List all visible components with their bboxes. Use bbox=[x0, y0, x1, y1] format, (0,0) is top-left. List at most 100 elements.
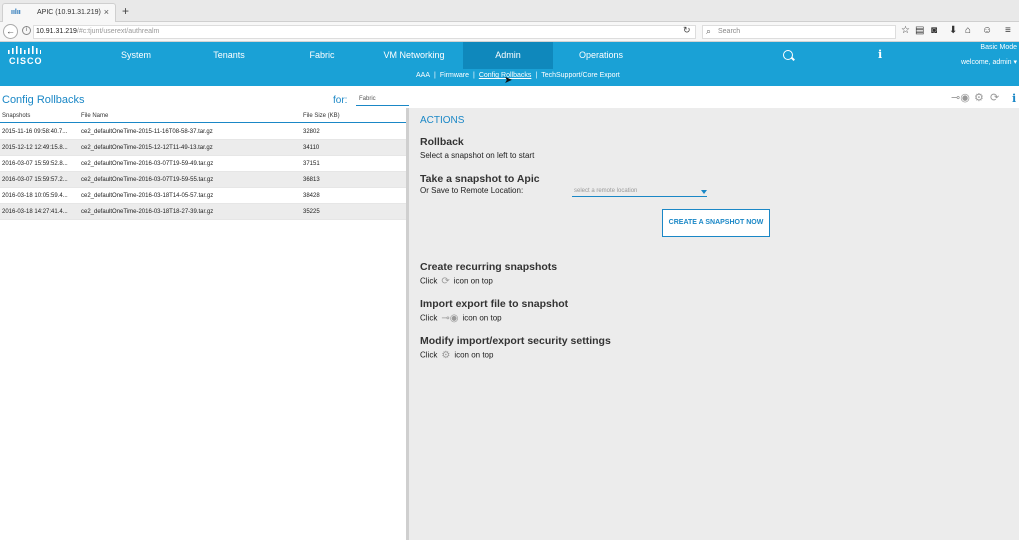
column-file-size[interactable]: File Size (KB) bbox=[303, 113, 340, 119]
menu-operations[interactable]: Operations bbox=[561, 42, 641, 69]
remote-location-select[interactable]: select a remote location bbox=[572, 186, 707, 197]
recurring-sync-icon[interactable]: ⟳ bbox=[990, 91, 999, 104]
browser-tab[interactable]: ıılıı APIC (10.91.31.219) × bbox=[2, 3, 116, 22]
click-label: Click bbox=[420, 313, 438, 323]
rollback-heading: Rollback bbox=[420, 136, 464, 148]
for-label: for: bbox=[333, 95, 348, 106]
column-snapshots[interactable]: Snapshots bbox=[2, 113, 30, 119]
menu-system[interactable]: System bbox=[96, 42, 176, 69]
header-info-icon[interactable]: i bbox=[878, 48, 882, 61]
chat-icon[interactable]: ☺ bbox=[982, 25, 992, 37]
file-size-cell: 38428 bbox=[303, 193, 320, 199]
scope-select-value: Fabric bbox=[359, 96, 376, 102]
menu-fabric[interactable]: Fabric bbox=[282, 42, 362, 69]
subnav-aaa[interactable]: AAA bbox=[416, 72, 430, 79]
mouse-cursor-icon: ➤ bbox=[504, 75, 513, 86]
download-icon[interactable]: ⬇ bbox=[949, 25, 957, 37]
file-size-cell: 34110 bbox=[303, 145, 320, 151]
file-name-cell: ce2_defaultOneTime-2015-12-12T11-49-13.t… bbox=[81, 145, 213, 151]
recurring-sync-icon: ⟳ bbox=[441, 276, 450, 287]
back-arrow-icon[interactable]: ← bbox=[3, 24, 18, 39]
table-header: Snapshots File Name File Size (KB) bbox=[0, 112, 406, 123]
security-hint: Click ⚙ icon on top bbox=[420, 350, 493, 361]
table-row[interactable]: 2016-03-18 10:05:59.4... ce2_defaultOneT… bbox=[0, 188, 406, 204]
pocket-icon[interactable]: ◙ bbox=[931, 25, 937, 37]
caret-down-icon bbox=[701, 190, 707, 194]
url-bar[interactable]: 10.91.31.219/#c:tjunt/userext/authrealm bbox=[33, 25, 696, 39]
snapshot-cell: 2016-03-18 14:27:41.4... bbox=[2, 209, 68, 215]
file-name-cell: ce2_defaultOneTime-2016-03-07T19-59-55.t… bbox=[81, 177, 214, 183]
click-label: Click bbox=[420, 350, 438, 360]
reload-icon[interactable]: ↻ bbox=[683, 25, 691, 36]
rollback-text: Select a snapshot on left to start bbox=[420, 151, 535, 160]
snapshot-cell: 2016-03-07 15:59:52.8... bbox=[2, 161, 68, 167]
snapshot-heading: Take a snapshot to Apic bbox=[420, 173, 540, 185]
table-row[interactable]: 2016-03-07 15:59:52.8... ce2_defaultOneT… bbox=[0, 156, 406, 172]
cisco-logo: CISCO bbox=[5, 46, 45, 66]
new-tab-button[interactable]: + bbox=[122, 4, 129, 18]
icon-on-top-label: icon on top bbox=[454, 350, 494, 360]
user-menu[interactable]: welcome, admin ▾ bbox=[961, 58, 1017, 66]
browser-search-input[interactable]: ⌕ Search bbox=[702, 25, 896, 39]
security-heading: Modify import/export security settings bbox=[420, 335, 611, 347]
create-snapshot-button[interactable]: CREATE A SNAPSHOT NOW bbox=[662, 209, 770, 237]
tab-close-icon[interactable]: × bbox=[104, 7, 109, 17]
search-icon: ⌕ bbox=[706, 26, 712, 36]
menu-admin[interactable]: Admin bbox=[463, 42, 553, 69]
menu-vm-networking[interactable]: VM Networking bbox=[370, 42, 458, 69]
recurring-heading: Create recurring snapshots bbox=[420, 261, 558, 273]
cisco-bars-icon bbox=[8, 46, 41, 54]
subnav-firmware[interactable]: Firmware bbox=[440, 72, 469, 79]
import-export-icon: ⊸◉ bbox=[441, 313, 459, 324]
gear-icon[interactable]: ⚙ bbox=[974, 91, 984, 104]
gear-icon: ⚙ bbox=[441, 350, 451, 361]
file-size-cell: 35225 bbox=[303, 209, 320, 215]
subnav-techsupport[interactable]: TechSupport/Core Export bbox=[541, 72, 620, 79]
bookmark-star-icon[interactable]: ☆ bbox=[901, 25, 910, 37]
snapshot-cell: 2015-12-12 12:49:15.8... bbox=[2, 145, 68, 151]
header-search-icon[interactable] bbox=[783, 50, 793, 60]
snapshot-table-body: 2015-11-16 09:58:40.7... ce2_defaultOneT… bbox=[0, 124, 406, 220]
menu-tenants[interactable]: Tenants bbox=[189, 42, 269, 69]
snapshot-cell: 2016-03-18 10:05:59.4... bbox=[2, 193, 68, 199]
file-name-cell: ce2_defaultOneTime-2016-03-18T18-27-39.t… bbox=[81, 209, 214, 215]
browser-nav-bar: ← i 10.91.31.219/#c:tjunt/userext/authre… bbox=[0, 22, 1019, 42]
basic-mode-toggle[interactable]: Basic Mode bbox=[980, 44, 1017, 51]
import-export-icon[interactable]: ⊸◉ bbox=[951, 91, 970, 104]
file-size-cell: 36813 bbox=[303, 177, 320, 183]
reading-list-icon[interactable]: ▤ bbox=[915, 25, 924, 37]
snapshot-cell: 2015-11-16 09:58:40.7... bbox=[2, 129, 68, 135]
table-row[interactable]: 2016-03-07 15:59:57.2... ce2_defaultOneT… bbox=[0, 172, 406, 188]
snapshot-cell: 2016-03-07 15:59:57.2... bbox=[2, 177, 68, 183]
click-label: Click bbox=[420, 276, 438, 286]
home-icon[interactable]: ⌂ bbox=[965, 25, 971, 37]
icon-on-top-label: icon on top bbox=[462, 313, 502, 323]
remote-location-placeholder: select a remote location bbox=[574, 188, 638, 194]
actions-toolbar: ⊸◉ ⚙ ⟳ i bbox=[409, 86, 1019, 108]
cisco-favicon-icon: ıılıı bbox=[11, 9, 21, 16]
url-host: 10.91.31.219 bbox=[36, 28, 77, 35]
url-path: /#c:tjunt/userext/authrealm bbox=[76, 28, 160, 35]
snapshot-list-panel: Config Rollbacks for: Fabric Snapshots F… bbox=[0, 86, 638, 540]
actions-panel: ACTIONS Rollback Select a snapshot on le… bbox=[409, 108, 1019, 540]
file-name-cell: ce2_defaultOneTime-2015-11-16T08-58-37.t… bbox=[81, 129, 213, 135]
file-name-cell: ce2_defaultOneTime-2016-03-07T19-59-49.t… bbox=[81, 161, 214, 167]
site-info-icon[interactable]: i bbox=[22, 26, 31, 35]
actions-heading: ACTIONS bbox=[420, 115, 465, 126]
page-title: Config Rollbacks bbox=[2, 94, 85, 106]
column-file-name[interactable]: File Name bbox=[81, 113, 108, 119]
browser-tab-bar: ıılıı APIC (10.91.31.219) × + bbox=[0, 0, 1019, 22]
table-row[interactable]: 2015-12-12 12:49:15.8... ce2_defaultOneT… bbox=[0, 140, 406, 156]
table-row[interactable]: 2015-11-16 09:58:40.7... ce2_defaultOneT… bbox=[0, 124, 406, 140]
table-row[interactable]: 2016-03-18 14:27:41.4... ce2_defaultOneT… bbox=[0, 204, 406, 220]
info-icon[interactable]: i bbox=[1012, 92, 1016, 105]
icon-on-top-label: icon on top bbox=[453, 276, 493, 286]
file-size-cell: 37151 bbox=[303, 161, 320, 167]
app-header: CISCO System Tenants Fabric VM Networkin… bbox=[0, 42, 1019, 69]
recurring-hint: Click ⟳ icon on top bbox=[420, 276, 493, 287]
logo-text: CISCO bbox=[9, 56, 43, 66]
import-heading: Import export file to snapshot bbox=[420, 298, 569, 310]
hamburger-menu-icon[interactable]: ≡ bbox=[1005, 25, 1011, 37]
search-placeholder: Search bbox=[718, 28, 741, 35]
remote-location-label: Or Save to Remote Location: bbox=[420, 186, 524, 195]
